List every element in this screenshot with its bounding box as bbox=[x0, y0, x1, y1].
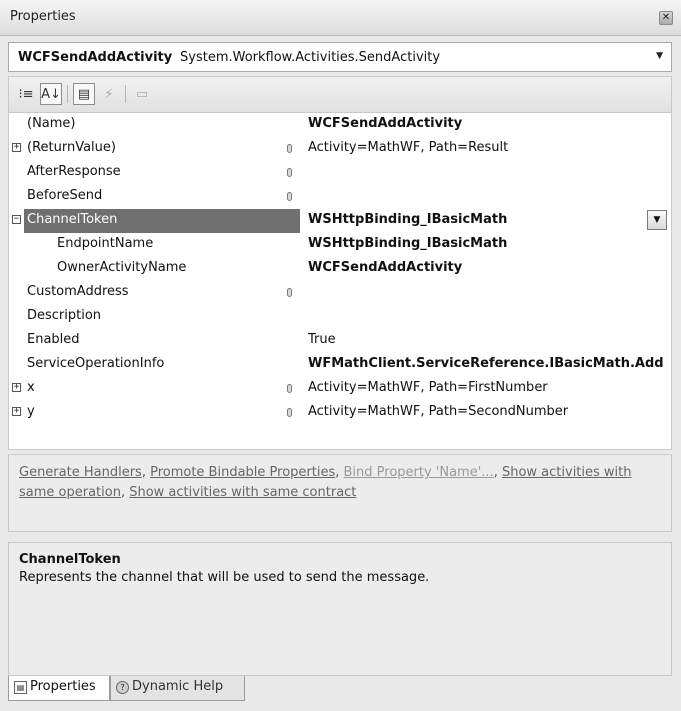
property-name: x bbox=[27, 380, 35, 395]
property-name: y bbox=[27, 404, 35, 419]
properties-button[interactable]: ▤ bbox=[73, 83, 95, 105]
close-button[interactable]: ✕ bbox=[659, 11, 673, 25]
promote-bindable-properties-link[interactable]: Promote Bindable Properties bbox=[150, 465, 335, 480]
show-same-contract-link[interactable]: Show activities with same contract bbox=[129, 485, 356, 500]
property-value[interactable]: WCFSendAddActivity bbox=[308, 260, 462, 275]
property-name: Enabled bbox=[27, 332, 80, 347]
property-pages-icon: ▭ bbox=[135, 86, 149, 102]
selected-object-name: WCFSendAddActivity bbox=[18, 50, 173, 65]
property-value[interactable]: Activity=MathWF, Path=SecondNumber bbox=[308, 404, 568, 419]
command-separator: , bbox=[141, 465, 151, 480]
property-name: (Name) bbox=[27, 116, 76, 131]
dropdown-button[interactable]: ▼ bbox=[647, 210, 667, 230]
generate-handlers-link[interactable]: Generate Handlers bbox=[19, 465, 142, 480]
command-separator: , bbox=[335, 465, 344, 480]
object-selector[interactable]: WCFSendAddActivity System.Workflow.Activ… bbox=[8, 42, 672, 72]
toolbar-separator bbox=[67, 85, 68, 103]
expand-icon[interactable]: + bbox=[12, 407, 21, 416]
property-row-afterresponse[interactable]: AfterResponse bbox=[9, 161, 671, 185]
alphabetical-button[interactable]: A↓ bbox=[40, 83, 62, 105]
bind-icon[interactable] bbox=[287, 192, 292, 201]
property-row-channeltoken[interactable]: − ChannelToken WSHttpBinding_IBasicMath … bbox=[9, 209, 671, 233]
property-row-returnvalue[interactable]: + (ReturnValue) Activity=MathWF, Path=Re… bbox=[9, 137, 671, 161]
tab-properties[interactable]: ▤ Properties bbox=[8, 676, 110, 701]
bind-icon[interactable] bbox=[287, 384, 292, 393]
expand-icon[interactable]: + bbox=[12, 383, 21, 392]
property-row-name[interactable]: (Name) WCFSendAddActivity bbox=[9, 113, 671, 137]
property-name: EndpointName bbox=[57, 236, 154, 251]
bind-icon[interactable] bbox=[287, 408, 292, 417]
command-separator: , bbox=[493, 465, 502, 480]
property-value[interactable]: Activity=MathWF, Path=Result bbox=[308, 140, 508, 155]
property-grid: (Name) WCFSendAddActivity + (ReturnValue… bbox=[8, 112, 672, 450]
collapse-icon[interactable]: − bbox=[12, 215, 21, 224]
events-button[interactable]: ⚡ bbox=[98, 83, 120, 105]
property-row-serviceoperationinfo[interactable]: ServiceOperationInfo WFMathClient.Servic… bbox=[9, 353, 671, 377]
toolbar: ⁝≡ A↓ ▤ ⚡ ▭ bbox=[8, 76, 672, 112]
chevron-down-icon: ▼ bbox=[653, 215, 661, 225]
property-name: ChannelToken bbox=[27, 212, 118, 227]
tab-label: Properties bbox=[30, 679, 96, 694]
description-pane: ChannelToken Represents the channel that… bbox=[8, 542, 672, 676]
tab-dynamic-help[interactable]: ? Dynamic Help bbox=[110, 676, 245, 701]
properties-tab-icon: ▤ bbox=[14, 681, 27, 694]
bind-icon[interactable] bbox=[287, 168, 292, 177]
property-row-endpointname[interactable]: EndpointName WSHttpBinding_IBasicMath bbox=[9, 233, 671, 257]
events-icon: ⚡ bbox=[104, 86, 114, 102]
property-row-owneractivityname[interactable]: OwnerActivityName WCFSendAddActivity bbox=[9, 257, 671, 281]
bind-property-link[interactable]: Bind Property 'Name'... bbox=[344, 465, 494, 480]
bottom-tabs: ▤ Properties ? Dynamic Help bbox=[8, 676, 672, 704]
properties-icon: ▤ bbox=[77, 86, 91, 102]
property-value[interactable]: True bbox=[308, 332, 336, 347]
property-name: OwnerActivityName bbox=[57, 260, 187, 275]
bind-icon[interactable] bbox=[287, 288, 292, 297]
property-pages-button[interactable]: ▭ bbox=[131, 83, 153, 105]
close-icon: ✕ bbox=[661, 12, 671, 23]
command-separator: , bbox=[120, 485, 130, 500]
property-name: BeforeSend bbox=[27, 188, 103, 203]
selected-object-type: System.Workflow.Activities.SendActivity bbox=[180, 50, 441, 65]
property-value[interactable]: WSHttpBinding_IBasicMath bbox=[308, 236, 507, 251]
window-title: Properties bbox=[10, 9, 76, 24]
description-text: Represents the channel that will be used… bbox=[19, 570, 430, 585]
property-row-customaddress[interactable]: CustomAddress bbox=[9, 281, 671, 305]
property-name: ServiceOperationInfo bbox=[27, 356, 165, 371]
expand-icon[interactable]: + bbox=[12, 143, 21, 152]
property-row-beforesend[interactable]: BeforeSend bbox=[9, 185, 671, 209]
help-icon: ? bbox=[116, 681, 129, 694]
commands-pane: Generate Handlers, Promote Bindable Prop… bbox=[8, 454, 672, 532]
property-name: AfterResponse bbox=[27, 164, 121, 179]
property-value[interactable]: WSHttpBinding_IBasicMath bbox=[308, 212, 507, 227]
tab-label: Dynamic Help bbox=[132, 679, 224, 694]
alphabetical-icon: A↓ bbox=[41, 86, 61, 102]
categorized-button[interactable]: ⁝≡ bbox=[15, 83, 37, 105]
property-value[interactable]: Activity=MathWF, Path=FirstNumber bbox=[308, 380, 548, 395]
description-title: ChannelToken bbox=[19, 552, 121, 567]
property-name: CustomAddress bbox=[27, 284, 129, 299]
bind-icon[interactable] bbox=[287, 144, 292, 153]
property-row-enabled[interactable]: Enabled True bbox=[9, 329, 671, 353]
categorized-icon: ⁝≡ bbox=[18, 86, 34, 102]
property-value[interactable]: WFMathClient.ServiceReference.IBasicMath… bbox=[308, 356, 664, 371]
property-row-y[interactable]: + y Activity=MathWF, Path=SecondNumber bbox=[9, 401, 671, 425]
property-name: Description bbox=[27, 308, 102, 323]
title-bar: Properties ✕ bbox=[0, 0, 681, 36]
property-name: (ReturnValue) bbox=[27, 140, 116, 155]
property-value[interactable]: WCFSendAddActivity bbox=[308, 116, 462, 131]
property-row-description[interactable]: Description bbox=[9, 305, 671, 329]
chevron-down-icon[interactable]: ▼ bbox=[656, 51, 663, 61]
property-row-x[interactable]: + x Activity=MathWF, Path=FirstNumber bbox=[9, 377, 671, 401]
toolbar-separator bbox=[125, 85, 126, 103]
